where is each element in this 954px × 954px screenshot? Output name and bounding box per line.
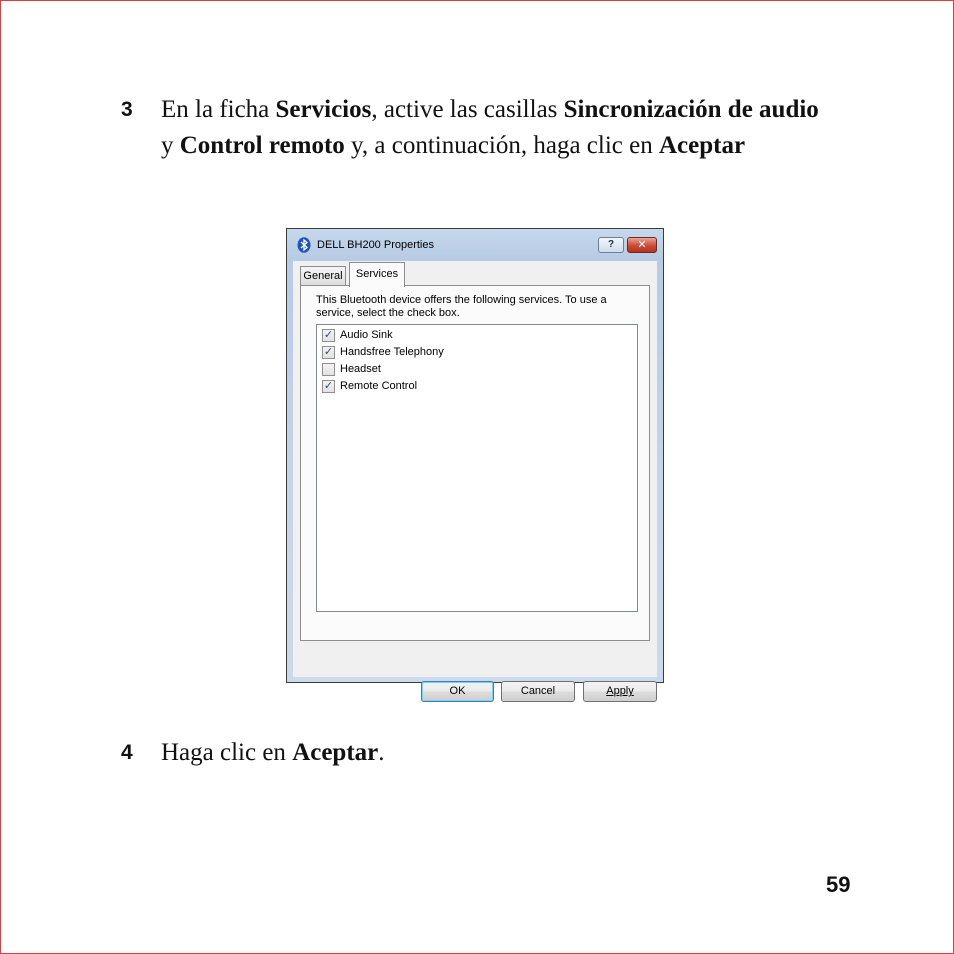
bold-term-aceptar: Aceptar (292, 739, 379, 766)
handsfree-checkbox[interactable]: ✓ (322, 346, 335, 359)
bold-term-sincronizacion: Sincronización de audio (563, 96, 819, 123)
step-number: 3 (121, 98, 133, 121)
apply-button[interactable]: Apply (583, 681, 657, 702)
properties-dialog: DELL BH200 Properties ? ✕ General Servic… (286, 228, 664, 702)
bold-term-aceptar: Aceptar (659, 132, 746, 159)
tab-general[interactable]: General (300, 266, 346, 286)
bold-term-servicios: Servicios (275, 96, 372, 123)
title-bar[interactable]: DELL BH200 Properties ? ✕ (287, 229, 663, 261)
tab-services[interactable]: Services (349, 262, 405, 287)
dialog-title: DELL BH200 Properties (317, 239, 434, 251)
bold-term-control-remoto: Control remoto (179, 132, 345, 159)
service-label: Handsfree Telephony (340, 346, 444, 358)
page-number: 59 (826, 872, 851, 897)
text-run: En la ficha (161, 96, 276, 123)
services-list[interactable]: ✓ Audio Sink ✓ Handsfree Telephony Heads… (316, 324, 638, 612)
remote-control-checkbox[interactable]: ✓ (322, 380, 335, 393)
text-run: y, a continuación, haga clic en (344, 132, 659, 159)
text-run: . (378, 739, 385, 766)
step-text: En la ficha Servicios, active las casill… (161, 92, 821, 164)
ok-button[interactable]: OK (421, 681, 494, 702)
apply-label: Apply (606, 685, 634, 697)
cancel-button[interactable]: Cancel (501, 681, 575, 702)
dialog-client-area: General Services This Bluetooth device o… (293, 261, 657, 702)
text-run: y (161, 132, 180, 159)
close-button[interactable]: ✕ (627, 237, 657, 253)
headset-checkbox[interactable] (322, 363, 335, 376)
step-text: Haga clic en Aceptar. (161, 735, 821, 771)
services-panel: This Bluetooth device offers the followi… (300, 285, 650, 641)
text-run: , active las casillas (371, 96, 564, 123)
help-button[interactable]: ? (598, 237, 624, 253)
service-label: Remote Control (340, 380, 418, 392)
service-label: Headset (340, 363, 381, 375)
step-number: 4 (121, 741, 133, 764)
bluetooth-icon (297, 237, 311, 253)
text-run: Haga clic en (161, 739, 293, 766)
service-label: Audio Sink (340, 329, 393, 341)
services-description: This Bluetooth device offers the followi… (316, 294, 607, 319)
audio-sink-checkbox[interactable]: ✓ (322, 329, 335, 342)
